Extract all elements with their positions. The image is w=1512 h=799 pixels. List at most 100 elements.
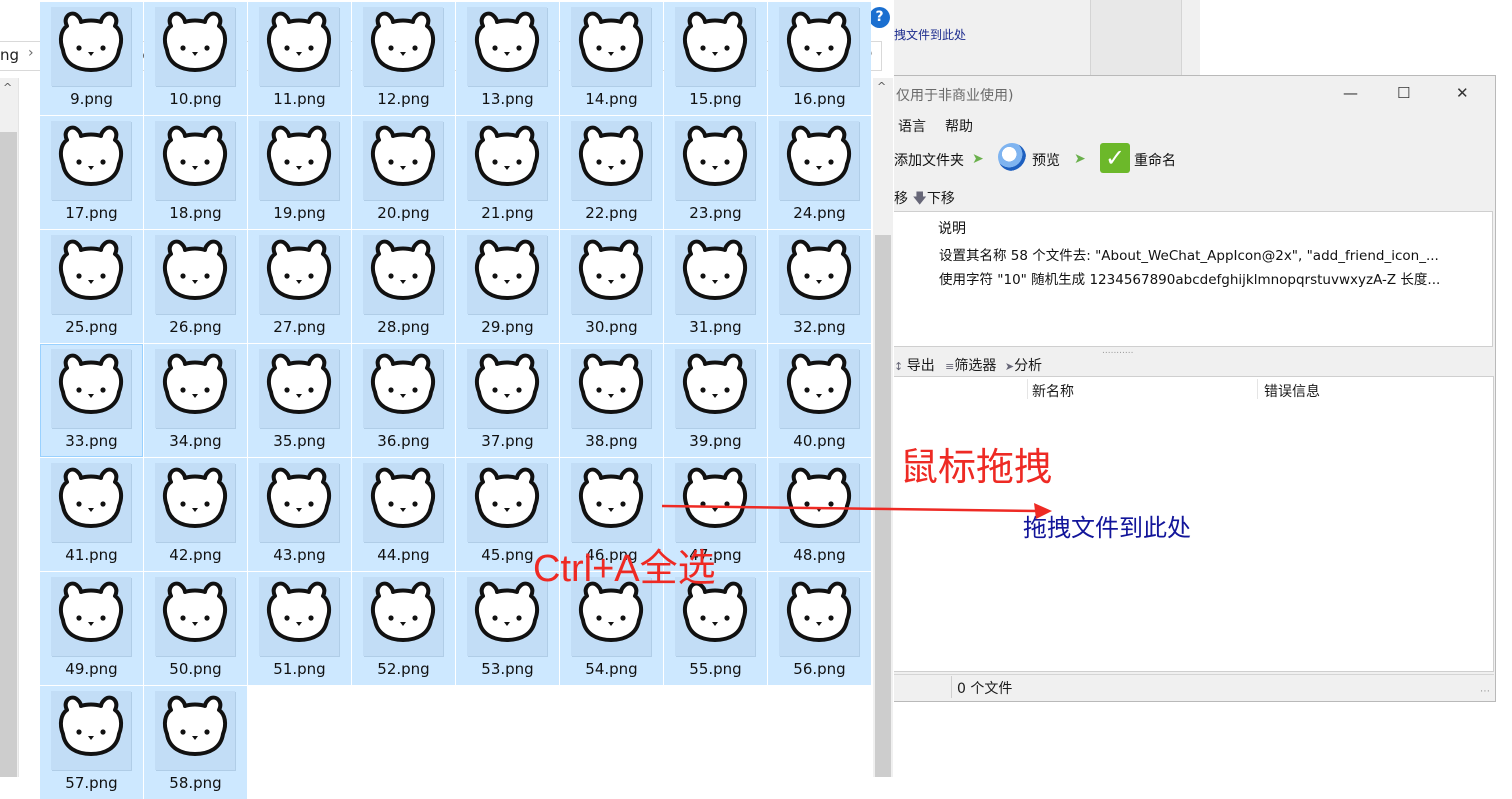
file-item[interactable]: 42.png	[144, 458, 247, 571]
file-item[interactable]: 14.png	[560, 2, 663, 115]
analyze-button[interactable]: 分析	[1014, 358, 1042, 374]
export-button[interactable]: 导出	[907, 358, 935, 374]
preview-magnifier-icon[interactable]	[998, 143, 1026, 171]
file-item[interactable]: 19.png	[248, 116, 351, 229]
file-item[interactable]: 13.png	[456, 2, 559, 115]
file-item[interactable]: 52.png	[352, 572, 455, 685]
file-item[interactable]: 30.png	[560, 230, 663, 343]
file-item[interactable]: 37.png	[456, 344, 559, 457]
preview-button[interactable]: 预览	[1032, 150, 1060, 170]
bear-thumbnail-icon	[266, 125, 332, 186]
bear-thumbnail-icon	[370, 239, 436, 300]
bear-thumbnail-icon	[162, 581, 228, 642]
annotation-select-all-label: Ctrl+A全选	[533, 548, 716, 590]
file-thumbnail	[51, 463, 131, 542]
window-title: 仅用于非商业使用)	[896, 88, 1014, 104]
file-item[interactable]: 40.png	[768, 344, 871, 457]
file-thumbnail	[363, 121, 443, 200]
file-item[interactable]: 20.png	[352, 116, 455, 229]
rule-row[interactable]: 设置其名称 58 个文件去: "About_WeChat_AppIcon@2x"…	[939, 244, 1484, 264]
file-item[interactable]: 38.png	[560, 344, 663, 457]
file-name: 15.png	[689, 90, 742, 108]
file-name: 50.png	[169, 660, 222, 678]
file-item[interactable]: 21.png	[456, 116, 559, 229]
file-thumbnail	[363, 235, 443, 314]
column-header-error[interactable]: 错误信息	[1264, 381, 1320, 401]
file-item[interactable]: 33.png	[40, 344, 143, 457]
bear-thumbnail-icon	[474, 239, 540, 300]
checkmark-icon[interactable]: ✓	[1100, 143, 1130, 173]
file-thumbnail	[51, 691, 131, 770]
column-divider[interactable]	[1257, 379, 1258, 399]
breadcrumb-item[interactable]: ng	[0, 46, 19, 64]
bear-thumbnail-icon	[370, 125, 436, 186]
file-item[interactable]: 36.png	[352, 344, 455, 457]
file-item[interactable]: 24.png	[768, 116, 871, 229]
menu-language[interactable]: 语言	[898, 116, 926, 136]
bear-thumbnail-icon	[474, 353, 540, 414]
resize-grip-icon[interactable]: ⋯	[1480, 686, 1490, 697]
bear-thumbnail-icon	[682, 125, 748, 186]
file-name: 21.png	[481, 204, 534, 222]
file-item[interactable]: 50.png	[144, 572, 247, 685]
file-item[interactable]: 16.png	[768, 2, 871, 115]
help-button[interactable]: ?	[869, 7, 890, 28]
close-icon[interactable]: ✕	[1456, 84, 1469, 102]
move-up-button[interactable]: 移	[894, 191, 908, 207]
filter-button[interactable]: 筛选器	[954, 358, 996, 374]
background-window-panel	[1090, 0, 1182, 76]
nav-pane-scrollbar-thumb[interactable]	[0, 132, 17, 777]
column-header-new-name[interactable]: 新名称	[1032, 381, 1074, 401]
file-item[interactable]: 29.png	[456, 230, 559, 343]
file-item[interactable]: 27.png	[248, 230, 351, 343]
scroll-up-icon[interactable]: ^	[3, 81, 12, 94]
file-item[interactable]: 35.png	[248, 344, 351, 457]
splitter-handle[interactable]: ...........	[1102, 346, 1133, 356]
file-item[interactable]: 25.png	[40, 230, 143, 343]
bear-thumbnail-icon	[578, 11, 644, 72]
maximize-icon[interactable]: ☐	[1397, 84, 1410, 102]
file-item[interactable]: 15.png	[664, 2, 767, 115]
bear-thumbnail-icon	[162, 467, 228, 528]
file-item[interactable]: 11.png	[248, 2, 351, 115]
arrow-right-icon: ➤	[972, 151, 984, 167]
file-item[interactable]: 10.png	[144, 2, 247, 115]
file-item[interactable]: 58.png	[144, 686, 247, 799]
file-item[interactable]: 43.png	[248, 458, 351, 571]
file-item[interactable]: 9.png	[40, 2, 143, 115]
file-item[interactable]: 32.png	[768, 230, 871, 343]
bear-thumbnail-icon	[578, 467, 644, 528]
file-item[interactable]: 34.png	[144, 344, 247, 457]
rule-row[interactable]: 使用字符 "10" 随机生成 1234567890abcdefghijklmno…	[939, 268, 1484, 288]
bear-thumbnail-icon	[266, 467, 332, 528]
file-item[interactable]: 23.png	[664, 116, 767, 229]
file-item[interactable]: 12.png	[352, 2, 455, 115]
column-divider[interactable]	[1027, 379, 1028, 399]
rename-button[interactable]: 重命名	[1134, 150, 1176, 170]
file-name: 22.png	[585, 204, 638, 222]
file-item[interactable]: 49.png	[40, 572, 143, 685]
file-item[interactable]: 17.png	[40, 116, 143, 229]
file-name: 38.png	[585, 432, 638, 450]
file-item[interactable]: 26.png	[144, 230, 247, 343]
file-grid: 9.png 10.png 11.png 12.png 13.png 14.png 15.pn…	[40, 2, 872, 799]
file-item[interactable]: 18.png	[144, 116, 247, 229]
file-item[interactable]: 51.png	[248, 572, 351, 685]
move-down-button[interactable]: 下移	[927, 191, 955, 207]
file-item[interactable]: 31.png	[664, 230, 767, 343]
bear-thumbnail-icon	[578, 353, 644, 414]
minimize-icon[interactable]: —	[1343, 84, 1358, 102]
file-item[interactable]: 22.png	[560, 116, 663, 229]
file-item[interactable]: 57.png	[40, 686, 143, 799]
file-item[interactable]: 41.png	[40, 458, 143, 571]
add-folder-button[interactable]: 添加文件夹	[894, 150, 964, 170]
file-item[interactable]: 44.png	[352, 458, 455, 571]
rules-column-header[interactable]: 说明	[938, 218, 966, 238]
scroll-up-icon[interactable]: ^	[877, 80, 886, 93]
file-item[interactable]: 39.png	[664, 344, 767, 457]
breadcrumb-chevron-icon[interactable]: ›	[28, 45, 34, 61]
file-item[interactable]: 56.png	[768, 572, 871, 685]
file-item[interactable]: 28.png	[352, 230, 455, 343]
menu-help[interactable]: 帮助	[945, 116, 973, 136]
arrow-down-icon: 🡇	[912, 191, 927, 207]
